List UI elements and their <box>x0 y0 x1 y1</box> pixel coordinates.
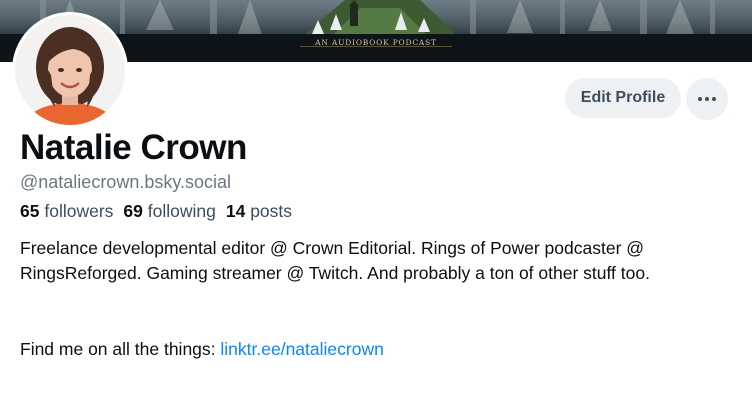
bio-links-line: Find me on all the things: linktr.ee/nat… <box>20 339 384 360</box>
handle: @nataliecrown.bsky.social <box>20 172 232 192</box>
linktree-link[interactable]: linktr.ee/nataliecrown <box>220 339 383 359</box>
followers-count: 65 <box>20 201 40 221</box>
following-stat[interactable]: 69 following <box>123 201 215 222</box>
profile-bio: Freelance developmental editor @ Crown E… <box>20 238 650 283</box>
posts-count: 14 <box>225 201 246 221</box>
avatar-photo <box>15 15 125 125</box>
profile-stats: 65 followers 69 following 14 posts <box>20 201 292 222</box>
posts-stat: 14 posts <box>226 201 292 222</box>
posts-label: posts <box>250 201 293 221</box>
more-horizontal-icon <box>698 97 716 101</box>
following-label: following <box>147 201 216 221</box>
followers-label: followers <box>44 201 114 221</box>
followers-stat[interactable]: 65 followers <box>20 201 113 222</box>
find-me-text: Find me on all the things: <box>20 339 221 359</box>
display-name: Natalie Crown <box>20 128 247 167</box>
edit-profile-button[interactable]: Edit Profile <box>565 78 681 118</box>
more-options-button[interactable] <box>686 78 728 120</box>
avatar[interactable] <box>12 12 128 128</box>
following-count: 69 <box>123 201 143 221</box>
